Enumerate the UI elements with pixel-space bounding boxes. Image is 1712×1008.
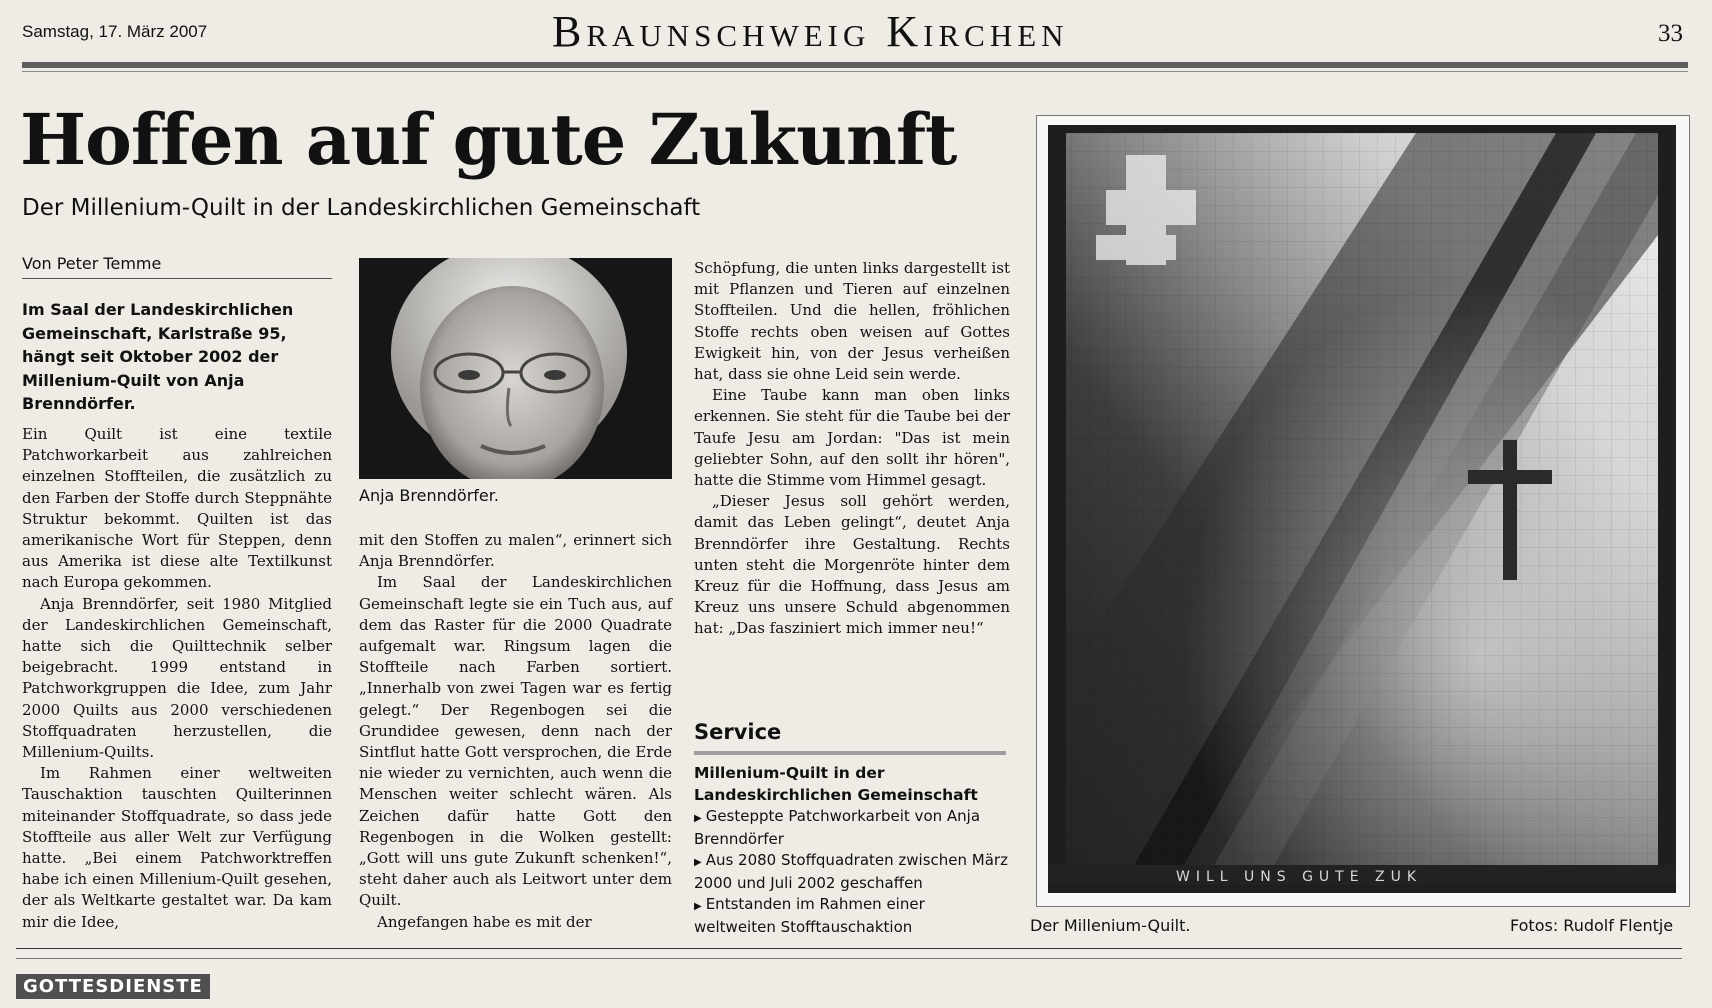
body-paragraph: Schöpfung, die unten links dargestellt i… [694,259,1010,384]
triangle-bullet-icon: ▶ [694,857,702,868]
body-paragraph: Eine Taube kann man oben links erkennen.… [694,386,1010,490]
triangle-bullet-icon: ▶ [694,901,702,912]
byline-rule [22,278,332,279]
footer-rule-thin [16,958,1682,959]
triangle-bullet-icon: ▶ [694,813,702,824]
service-heading: Millenium-Quilt in der Landeskirchlichen… [694,764,978,804]
section-title: Braunschweig Kirchen [552,7,1069,56]
lead-paragraph: Im Saal der Landeskirchlichen Gemeinscha… [22,300,294,413]
article-column-2: mit den Stoffen zu malen“, erinnert sich… [359,530,672,933]
service-item: ▶ Gesteppte Patchworkarbeit von Anja Bren… [694,807,981,848]
portrait-caption: Anja Brenndörfer. [359,486,499,505]
portrait-photo [359,258,672,479]
article-column-1: Ein Quilt ist eine textile Patchworkarbe… [22,424,332,933]
header-rule-thin [22,71,1688,72]
body-paragraph: mit den Stoffen zu malen“, erinnert sich… [359,531,672,571]
section-label-gottesdienste: GOTTESDIENSTE [16,974,210,999]
portrait-image [359,258,672,479]
service-rule [694,751,1006,755]
service-item: ▶ Aus 2080 Stoffquadraten zwischen März 2… [694,851,1008,892]
issue-date: Samstag, 17. März 2007 [22,22,208,41]
footer-rule [16,948,1682,949]
body-paragraph: Ein Quilt ist eine textile Patchworkarbe… [22,425,332,592]
body-paragraph: Angefangen habe es mit der [377,912,592,931]
body-paragraph: Im Saal der Landeskirchlichen Gemeinscha… [359,573,672,910]
quilt-caption: Der Millenium-Quilt. [1030,916,1191,935]
photo-credit: Fotos: Rudolf Flentje [1510,916,1674,935]
article-column-3: Schöpfung, die unten links dargestellt i… [694,258,1010,640]
subheadline: Der Millenium-Quilt in der Landeskirchli… [22,195,701,221]
newspaper-page: Samstag, 17. März 2007 Braunschweig Kirc… [0,0,1712,1008]
body-paragraph: „Dieser Jesus soll gehört werden, damit … [694,492,1010,638]
service-title: Service [694,720,782,744]
byline: Von Peter Temme [22,254,162,273]
body-paragraph: Im Rahmen einer weltweiten Tauschaktion … [22,764,332,931]
body-paragraph: Anja Brenndörfer, seit 1980 Mitglied der… [22,594,332,762]
quilt-photo: WILL UNS GUTE ZUK [1048,125,1676,893]
service-item: ▶ Entstanden im Rahmen einer weltweiten S… [694,895,925,936]
headline: Hoffen auf gute Zukunft [20,98,957,181]
quilt-inscription: WILL UNS GUTE ZUK [1176,869,1422,885]
page-number: 33 [1658,20,1683,47]
header-rule [22,62,1688,68]
service-list: ▶ Gesteppte Patchworkarbeit von Anja Bren… [694,806,1010,938]
